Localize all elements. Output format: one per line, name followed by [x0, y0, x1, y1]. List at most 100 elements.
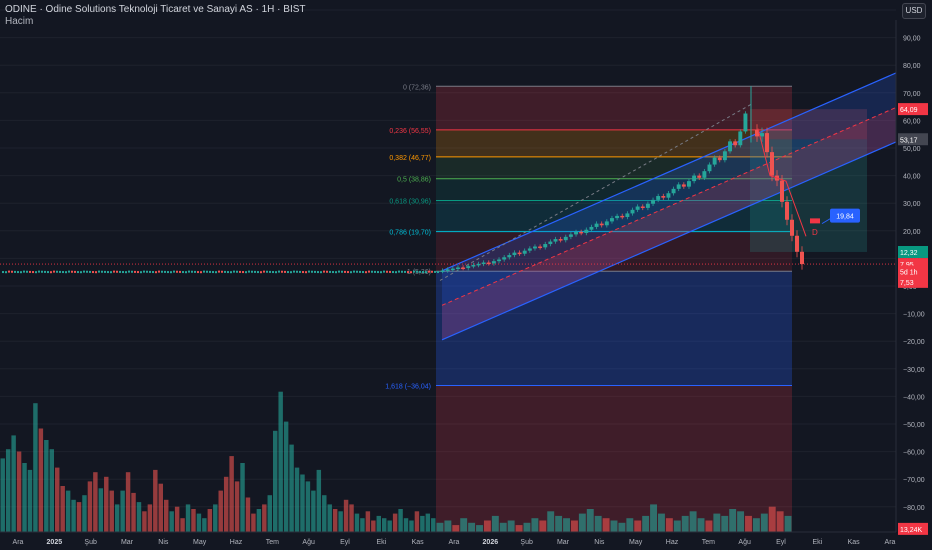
candle [676, 184, 681, 189]
candle [697, 175, 702, 178]
candle [553, 239, 558, 242]
volume-bar [523, 522, 531, 532]
candle [290, 271, 292, 274]
candle [251, 270, 253, 273]
candle [780, 180, 784, 202]
candle [362, 271, 364, 274]
candle [620, 215, 625, 218]
volume-indicator-label[interactable]: Hacim [5, 16, 306, 28]
candle [437, 271, 439, 274]
volume-bar [392, 513, 398, 532]
candle [260, 271, 262, 274]
callout-label: 19,84 [836, 214, 854, 221]
candle [236, 270, 238, 273]
candle [47, 271, 49, 274]
x-tick-label: Kas [412, 539, 425, 546]
candle [440, 270, 445, 273]
volume-bar [776, 511, 784, 532]
candle [398, 270, 400, 273]
price-tag-label: 64,09 [900, 107, 918, 114]
candle [119, 270, 121, 273]
candle [707, 164, 712, 172]
volume-bar [158, 483, 163, 532]
volume-bar [82, 495, 87, 532]
volume-bar [650, 504, 658, 532]
candle [392, 271, 394, 274]
volume-bar [202, 518, 207, 532]
volume-bar [251, 513, 256, 532]
candle [422, 271, 424, 274]
volume-bar [49, 449, 54, 532]
y-tick-label: 70,00 [903, 91, 921, 98]
candle [245, 271, 247, 274]
candle [341, 270, 343, 273]
candle [305, 271, 307, 274]
candle [59, 270, 61, 273]
volume-bar [681, 515, 689, 532]
candle [230, 271, 232, 274]
x-tick-label: Ağu [738, 539, 751, 546]
volume-bar [33, 403, 38, 532]
volume-bar [267, 495, 272, 532]
price-tag-label: 7,53 [900, 280, 914, 287]
candle [770, 152, 774, 176]
candle [702, 171, 707, 178]
candle [152, 271, 154, 274]
candle [371, 270, 373, 273]
price-chart[interactable]: 0 (72,36) 0,236 (56,55) 0,382 (46,77) 0,5 (… [0, 0, 932, 550]
candle [497, 259, 501, 262]
y-tick-label: 20,00 [903, 229, 921, 236]
y-tick-label: 50,00 [903, 146, 921, 153]
candle [738, 131, 743, 146]
volume-bar [371, 520, 376, 532]
volume-bar [5, 449, 11, 532]
candle [563, 236, 568, 241]
volume-bar [131, 492, 136, 532]
y-tick-label: −40,00 [903, 394, 925, 401]
x-tick-label: Tem [702, 539, 715, 546]
volume-bar [483, 520, 491, 532]
candle [323, 270, 325, 273]
volume-bar [147, 504, 153, 532]
candle [8, 270, 10, 273]
volume-bar [349, 504, 354, 532]
volume-bar [713, 513, 721, 532]
candle [173, 270, 175, 273]
volume-bar [642, 515, 650, 532]
volume-bar [452, 525, 460, 532]
candle [401, 270, 403, 273]
volume-bar [327, 504, 332, 532]
candle [284, 270, 286, 273]
candle [203, 270, 205, 273]
volume-bar [760, 513, 768, 532]
x-tick-label: Eki [376, 539, 386, 546]
candle [661, 196, 666, 198]
y-tick-label: 80,00 [903, 63, 921, 70]
candle [476, 263, 481, 266]
volume-bar [300, 474, 305, 532]
x-tick-label: Haz [230, 539, 243, 546]
candle [410, 271, 412, 274]
volume-bar [578, 513, 586, 532]
candle [461, 267, 466, 270]
currency-button[interactable]: USD [902, 3, 926, 19]
candle [104, 270, 106, 273]
candle [380, 271, 382, 274]
pattern-point-label: D [812, 228, 818, 237]
volume-bar [697, 518, 705, 532]
volume-bar [626, 518, 634, 532]
volume-bar [289, 444, 294, 532]
candle [728, 141, 732, 152]
candle [74, 270, 76, 273]
x-tick-label: May [629, 539, 643, 546]
candle [599, 223, 604, 226]
volume-bar [196, 513, 202, 532]
candle [765, 133, 769, 153]
candle [113, 270, 115, 273]
candle [23, 270, 25, 273]
candle [143, 270, 145, 273]
volume-bar [365, 511, 371, 532]
volume-bar [610, 520, 618, 532]
candle [712, 157, 717, 165]
symbol-title[interactable]: ODINE · Odine Solutions Teknoloji Ticare… [5, 4, 306, 16]
